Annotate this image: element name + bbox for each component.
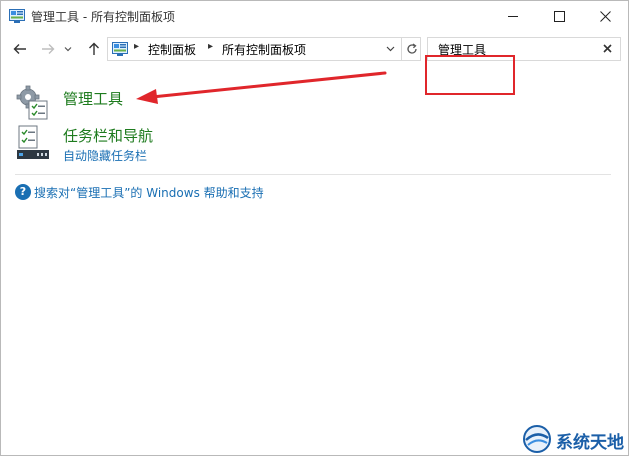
admin-tools-icon	[16, 85, 48, 120]
result-title[interactable]: 管理工具	[63, 88, 123, 109]
result-subtitle-link[interactable]: 自动隐藏任务栏	[63, 147, 147, 164]
watermark: 系统天地	[520, 420, 629, 456]
maximize-button[interactable]	[536, 1, 582, 31]
recent-locations-button[interactable]	[61, 38, 75, 60]
up-arrow-icon	[89, 42, 99, 55]
chevron-down-icon	[64, 47, 72, 52]
control-panel-icon	[112, 42, 128, 56]
search-results: 管理工具 任务栏和导航 自动隐藏任务栏 ? 搜索对“管理工具”的 Windows…	[1, 65, 628, 455]
back-button[interactable]	[9, 38, 31, 60]
chevron-down-icon	[386, 46, 394, 52]
clear-search-button[interactable]	[600, 40, 614, 56]
close-button[interactable]	[582, 1, 628, 31]
refresh-button[interactable]	[401, 38, 421, 60]
forward-button[interactable]	[37, 38, 59, 60]
refresh-icon	[406, 43, 417, 54]
back-arrow-icon	[13, 44, 26, 54]
help-icon: ?	[15, 184, 31, 200]
result-title[interactable]: 任务栏和导航	[63, 125, 153, 146]
minimize-button[interactable]	[490, 1, 536, 31]
forward-arrow-icon	[42, 44, 55, 54]
navigation-bar: ▸ 控制面板 ▸ 所有控制面板项 管理工具	[1, 31, 628, 95]
up-button[interactable]	[83, 38, 105, 60]
watermark-logo-icon	[523, 425, 551, 453]
breadcrumb-all-items[interactable]: 所有控制面板项	[222, 41, 306, 58]
address-dropdown-button[interactable]	[382, 38, 398, 60]
window-title: 管理工具 - 所有控制面板项	[31, 10, 175, 24]
close-icon	[599, 10, 611, 22]
help-link-text[interactable]: 搜索对“管理工具”的 Windows 帮助和支持	[34, 184, 264, 201]
maximize-icon	[553, 10, 565, 22]
address-bar[interactable]: ▸ 控制面板 ▸ 所有控制面板项	[107, 37, 421, 61]
control-panel-icon	[9, 9, 25, 23]
breadcrumb-separator-icon[interactable]: ▸	[208, 41, 213, 52]
breadcrumb-separator-icon[interactable]: ▸	[134, 41, 139, 52]
title-bar[interactable]: 管理工具 - 所有控制面板项	[1, 1, 628, 31]
breadcrumb-control-panel[interactable]: 控制面板	[148, 41, 196, 58]
watermark-text: 系统天地	[556, 433, 624, 453]
control-panel-window: 管理工具 - 所有控制面板项 ▸ 控制面板 ▸ 所有控制面板项 管理工具 管理工…	[0, 0, 629, 456]
taskbar-icon	[17, 125, 49, 159]
minimize-icon	[508, 15, 518, 17]
close-icon	[602, 43, 612, 53]
divider	[15, 174, 611, 175]
